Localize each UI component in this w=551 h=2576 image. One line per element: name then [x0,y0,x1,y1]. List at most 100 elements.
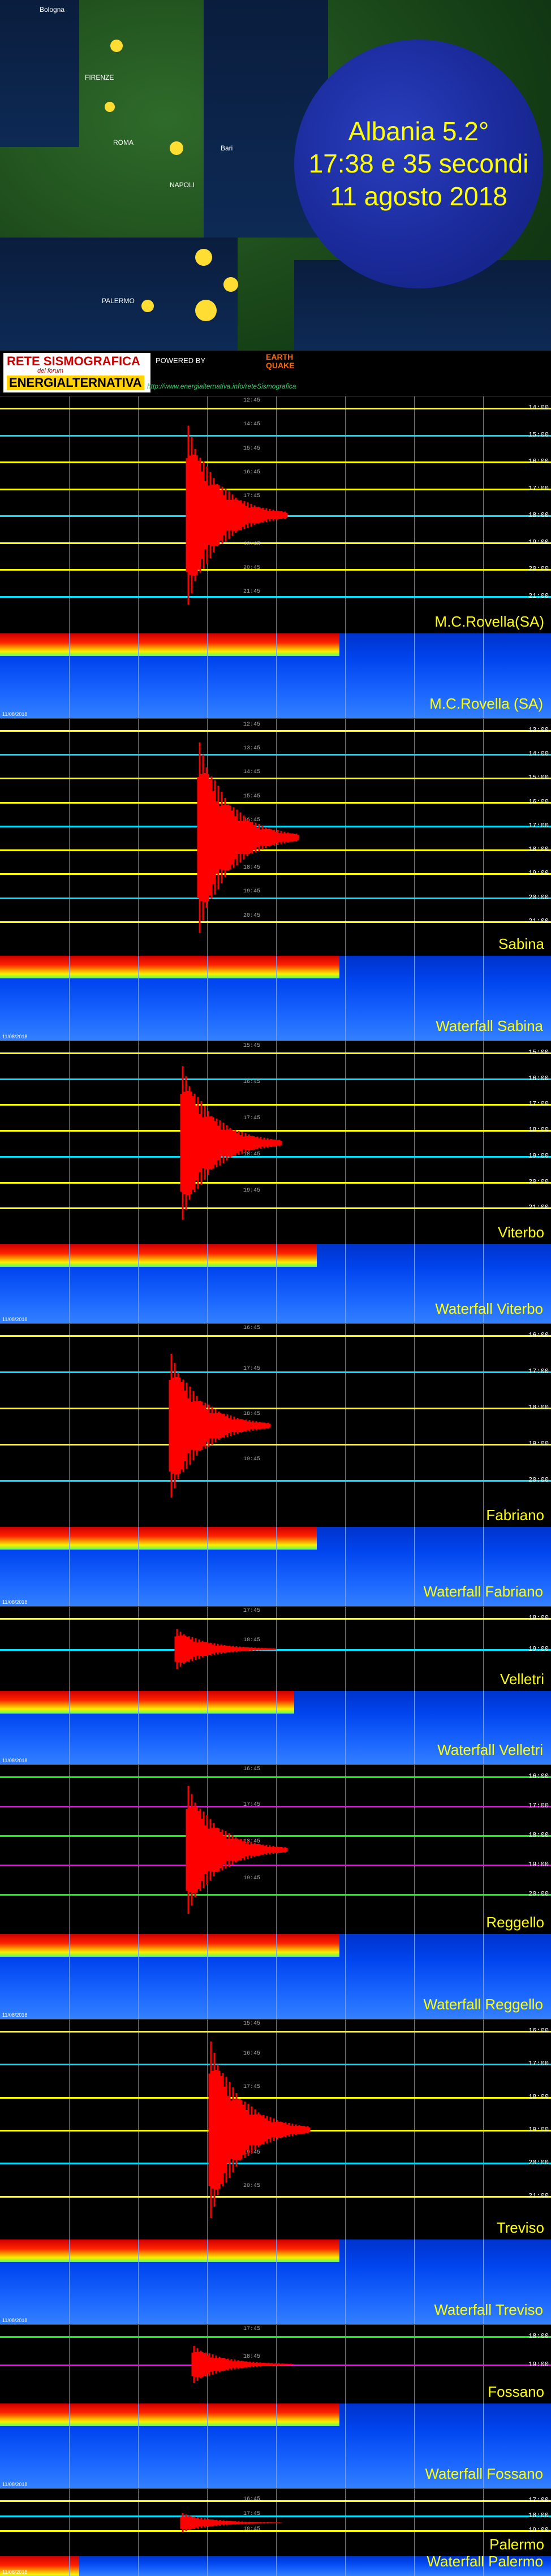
grid-line [345,1691,346,1764]
grid-line [207,1527,208,1606]
grid-line [207,1934,208,2019]
seismic-burst [180,1066,282,1220]
event-date: 11 agosto 2018 [330,181,507,211]
waterfall-label: Waterfall Sabina [436,1017,543,1034]
grid-line [276,956,277,1041]
grid-line [69,2556,70,2576]
grid-line [138,1691,139,1764]
waterfall-energy-band [0,2240,339,2262]
seismogram-panel: 16:00 17:00 18:00 19:00 20:00 16:45 17:45 18:45… [0,1323,551,1528]
station-label: Reggello [486,1914,544,1931]
seismic-burst [208,2041,311,2219]
logo-text-line1: RETE SISMOGRAFICA [7,354,140,368]
grid-line [207,1691,208,1764]
station-marker-icon [170,141,183,155]
city-label: FIRENZE [85,74,114,81]
grid-line [138,1527,139,1606]
event-title: Albania 5.2° [348,116,489,146]
eq-logo-text: EARTH QUAKE [266,352,295,370]
grid-line [276,1691,277,1764]
station-label: Palermo [489,2536,544,2553]
grid-line [414,1244,415,1323]
grid-line [69,2404,70,2488]
grid-line [276,2404,277,2488]
grid-line [414,2404,415,2488]
grid-line [414,2556,415,2576]
earthquake-logo: EARTH QUAKE [266,352,322,378]
seismic-burst [174,1629,277,1669]
grid-line [207,633,208,718]
grid-line [138,1244,139,1323]
grid-line [414,1934,415,2019]
event-time: 17:38 e 35 secondi [308,149,529,179]
grid-line [276,2556,277,2576]
seismic-burst [186,1785,288,1914]
waterfall-panel: M.C.Rovella (SA) 11/08/2018 [0,633,551,718]
waterfall-energy-band [0,633,339,656]
powered-by-label: POWERED BY [156,356,206,365]
station-marker-icon [105,102,115,112]
seismic-burst [169,1353,271,1498]
grid-line [69,2240,70,2324]
site-link[interactable]: http://www.energialternativa.info/reteSi… [147,382,296,390]
waterfall-panel: Waterfall Palermo 11/08/2018 [0,2556,551,2576]
waterfall-label: Waterfall Viterbo [435,1300,543,1317]
waterfall-label: Waterfall Velletri [437,1741,543,1758]
grid-line [207,1244,208,1323]
grid-line [207,2404,208,2488]
grid-line [414,633,415,718]
station-label: Fabriano [486,1507,544,1524]
waterfall-panel: Waterfall Treviso 11/08/2018 [0,2240,551,2324]
waterfall-label: Waterfall Treviso [434,2301,543,2318]
waterfall-label: M.C.Rovella (SA) [429,695,543,712]
station-marker-icon [195,300,217,321]
station-marker-icon [223,277,238,292]
waterfall-label: Waterfall Fabriano [423,1583,543,1600]
grid-line [138,633,139,718]
city-label: NAPOLI [170,181,195,189]
grid-line [138,1934,139,2019]
grid-line [138,2404,139,2488]
waterfall-panel: Waterfall Viterbo 11/08/2018 [0,1244,551,1323]
waterfall-energy-band [0,956,339,978]
seismogram-panel: 16:00 17:00 18:00 19:00 20:00 16:45 17:45 18:45… [0,1764,551,1935]
city-label: ROMA [113,139,134,146]
grid-line [345,2240,346,2324]
grid-line [345,2556,346,2576]
waterfall-date: 11/08/2018 [2,1758,28,1763]
grid-line [276,633,277,718]
waterfall-date: 11/08/2018 [2,2569,28,2575]
grid-line [138,956,139,1041]
grid-line [345,633,346,718]
station-label: Viterbo [498,1224,544,1241]
grid-line [414,1691,415,1764]
city-label: PALERMO [102,297,135,305]
header-map: Bologna FIRENZE ROMA NAPOLI Bari PALERMO… [0,0,551,396]
event-info-circle: Albania 5.2° 17:38 e 35 secondi 11 agost… [294,40,543,288]
station-label: Velletri [500,1671,544,1688]
waterfall-date: 11/08/2018 [2,2012,28,2018]
waterfall-date: 11/08/2018 [2,1317,28,1322]
city-label: Bologna [40,6,65,14]
waterfall-energy-band [0,1691,294,1714]
station-label: M.C.Rovella(SA) [434,613,544,630]
grid-line [207,2240,208,2324]
seismogram-panel: 16:00 17:00 18:00 19:00 20:00 21:00 15:45 16:45… [0,2019,551,2240]
grid-line [138,2240,139,2324]
station-marker-icon [141,300,154,312]
seismogram-panel: 18:00 19:00 17:45 18:45 Fossano [0,2324,551,2404]
grid-line [276,1934,277,2019]
waterfall-panel: Waterfall Fabriano 11/08/2018 [0,1527,551,1606]
waterfall-energy-band [0,2404,339,2426]
waterfall-date: 11/08/2018 [2,2482,28,2487]
waterfall-date: 11/08/2018 [2,711,28,717]
waterfall-energy-band [0,1934,339,1957]
logo-text-line2: del forum [37,368,63,374]
waterfall-date: 11/08/2018 [2,2318,28,2323]
waterfall-panel: Waterfall Reggello 11/08/2018 [0,1934,551,2019]
seismogram-panel: 15:00 16:00 17:00 18:00 19:00 20:00 21:00 15:45… [0,1041,551,1245]
grid-line [345,1244,346,1323]
grid-line [414,1527,415,1606]
waterfall-date: 11/08/2018 [2,1034,28,1039]
waterfall-label: Waterfall Fossano [425,2465,543,2482]
